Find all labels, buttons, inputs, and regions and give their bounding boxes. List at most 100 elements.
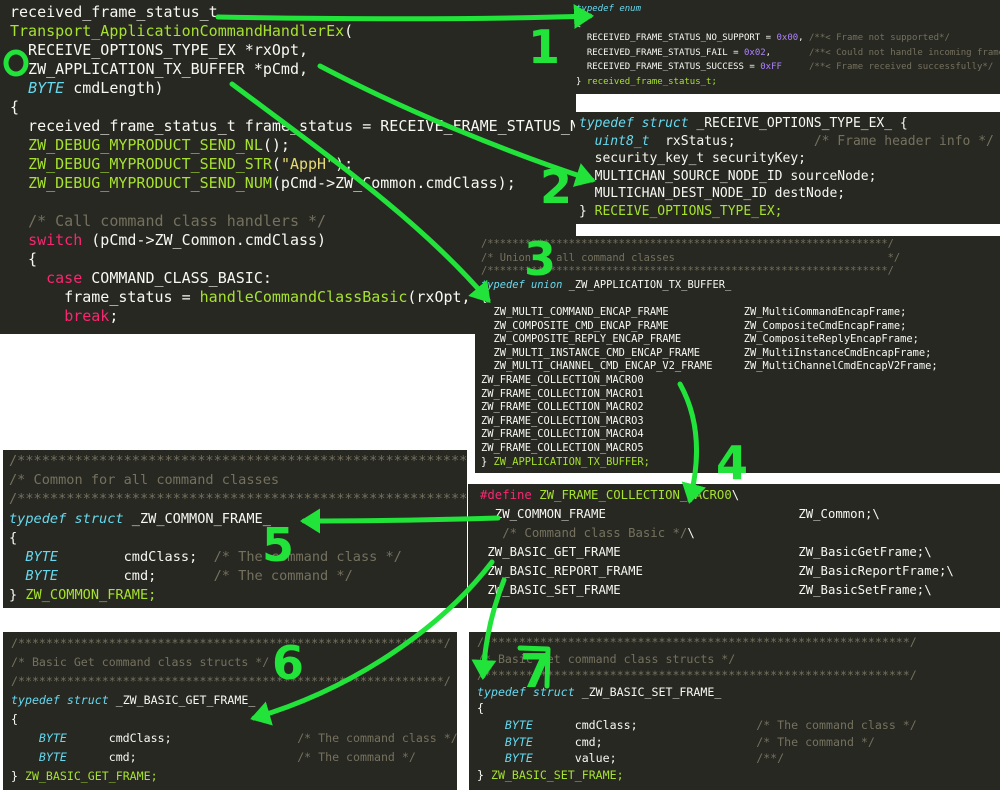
code-token: COMMAND_CLASS_BASIC: xyxy=(82,269,272,287)
code-token: 0x00 xyxy=(776,33,799,43)
code-token: ; xyxy=(109,307,119,325)
code-token: ZW_FRAME_COLLECTION_MACRO4 xyxy=(481,428,644,441)
code-line: { xyxy=(10,98,576,117)
code-token: /* Command class Basic */ xyxy=(502,526,688,540)
code-line: RECEIVE_OPTIONS_TYPE_EX *rxOpt, xyxy=(10,41,576,60)
code-token: /***************************************… xyxy=(9,453,467,469)
code-token: /* Basic Set command class structs */ xyxy=(477,651,736,666)
code-token: BYTE xyxy=(25,549,59,566)
code-token: /* The command class */ xyxy=(297,731,457,745)
code-token: } xyxy=(11,769,25,783)
code-token: _RECEIVE_OPTIONS_TYPE_EX_ { xyxy=(688,116,908,131)
code-line: /***************************************… xyxy=(477,634,1000,651)
code-token: _ZW_BASIC_SET_FRAME_ xyxy=(574,684,722,699)
code-token: BYTE xyxy=(504,717,533,732)
code-token: ZW_MULTI_COMMAND_ENCAP_FRAME ZW_MultiCom… xyxy=(481,305,907,318)
code-token: MULTICHAN_DEST_NODE_ID destNode; xyxy=(579,186,846,201)
code-line: /***************************************… xyxy=(9,452,467,471)
code-token: /***************************************… xyxy=(11,636,451,650)
code-token: } xyxy=(481,455,494,468)
code-token: ( xyxy=(344,22,354,40)
code-token: cmdClass; xyxy=(532,717,757,732)
code-token: /* Call command class handlers */ xyxy=(28,212,327,230)
code-line: uint8_t rxStatus; /* Frame header info *… xyxy=(579,133,1000,151)
code-token: /***************************************… xyxy=(9,491,467,508)
code-token: received_frame_status_t frame_status = R… xyxy=(10,117,576,135)
code-token: RECEIVED_FRAME_STATUS_NO_SUPPORT = xyxy=(576,33,777,43)
code-token: ZW_MULTI_CHANNEL_CMD_ENCAP_V2_FRAME ZW_M… xyxy=(481,360,938,373)
code-line: } ZW_BASIC_GET_FRAME; xyxy=(11,767,457,786)
code-line: typedef struct _RECEIVE_OPTIONS_TYPE_EX_… xyxy=(579,115,1000,133)
code-token: } xyxy=(477,767,491,782)
code-token: ZW_FRAME_COLLECTION_MACRO2 xyxy=(481,401,644,414)
code-token: RECEIVED_FRAME_STATUS_FAIL = xyxy=(576,47,744,58)
code-token: } xyxy=(579,203,595,219)
code-token: /* Basic Get command class structs */ xyxy=(11,655,270,669)
code-line: ZW_DEBUG_MYPRODUCT_SEND_NUM(pCmd->ZW_Com… xyxy=(10,174,576,193)
code-line: /***************************************… xyxy=(9,490,467,509)
code-token: { xyxy=(9,529,18,546)
code-token: ZW_MULTI_INSTANCE_CMD_ENCAP_FRAME ZW_Mul… xyxy=(481,346,932,359)
code-line: { xyxy=(481,292,1000,306)
code-line: BYTE cmdClass; /* The command class */ xyxy=(477,717,1000,734)
annotation-label-7: 7 xyxy=(520,644,553,698)
code-line: MULTICHAN_DEST_NODE_ID destNode; xyxy=(579,185,1000,203)
code-line: RECEIVED_FRAME_STATUS_FAIL = 0x02, /**< … xyxy=(576,46,1000,61)
code-token: cmdLength) xyxy=(64,79,164,97)
code-line: security_key_t securityKey; xyxy=(579,150,1000,168)
code-token: frame_status = xyxy=(10,288,200,306)
code-token: ZW_BASIC_SET_FRAME; xyxy=(490,767,624,782)
code-token: (pCmd->ZW_Common.cmdClass); xyxy=(271,174,516,192)
code-panel-basic-get-struct: /***************************************… xyxy=(3,632,457,790)
code-line: { xyxy=(576,17,1000,32)
code-token: MULTICHAN_SOURCE_NODE_ID sourceNode; xyxy=(579,168,877,184)
code-panel-common-frame-struct: /***************************************… xyxy=(3,450,467,608)
code-line: typedef union _ZW_APPLICATION_TX_BUFFER_ xyxy=(481,279,1000,293)
code-token: , xyxy=(765,47,810,58)
code-token: case xyxy=(46,269,83,287)
code-token: cmd; xyxy=(66,750,298,764)
code-line: /* Command class Basic */\ xyxy=(480,524,1000,543)
code-token: typedef struct xyxy=(11,693,109,707)
code-token: received_frame_status_t; xyxy=(586,76,717,87)
code-token: BYTE xyxy=(504,751,533,766)
code-line: /***************************************… xyxy=(11,634,457,653)
code-line: BYTE cmdLength) xyxy=(10,79,576,98)
code-token: (pCmd->ZW_Common.cmdClass) xyxy=(82,231,327,249)
code-token: ZW_COMMON_FRAME; xyxy=(25,587,157,604)
code-token: \ xyxy=(731,488,740,502)
code-token: cmdClass; xyxy=(58,549,214,566)
code-token: /* Frame header info */ xyxy=(813,133,994,149)
code-line: BYTE cmdClass; /* The command class */ xyxy=(11,729,457,748)
code-token: switch xyxy=(28,231,83,249)
code-token: ); xyxy=(335,155,354,173)
code-token: (); xyxy=(262,136,290,154)
code-line: /* Basic Get command class structs */ xyxy=(11,653,457,672)
code-token: /***************************************… xyxy=(11,674,451,688)
code-token: BYTE xyxy=(38,731,67,745)
annotation-label-5: 5 xyxy=(262,518,295,572)
code-token: /* The command */ xyxy=(756,734,875,749)
code-line: MULTICHAN_SOURCE_NODE_ID sourceNode; xyxy=(579,168,1000,186)
code-token: ZW_FRAME_COLLECTION_MACRO0 xyxy=(481,373,644,386)
code-line: } ZW_BASIC_SET_FRAME; xyxy=(477,767,1000,784)
code-token: cmd; xyxy=(532,734,757,749)
code-line: BYTE cmd; /* The command */ xyxy=(11,748,457,767)
code-token: security_key_t securityKey; xyxy=(579,151,806,166)
code-token: ZW_FRAME_COLLECTION_MACRO0 xyxy=(539,488,732,502)
code-line: Transport_ApplicationCommandHandlerEx( xyxy=(10,22,576,41)
code-line: } received_frame_status_t; xyxy=(576,75,1000,90)
code-token: /* The command class */ xyxy=(213,549,402,566)
code-token: ZW_FRAME_COLLECTION_MACRO1 xyxy=(481,387,644,400)
code-token: /**< Frame received successfully*/ xyxy=(809,62,994,72)
code-token: ZW_BASIC_GET_FRAME; xyxy=(24,769,158,783)
code-token: } xyxy=(9,587,26,604)
